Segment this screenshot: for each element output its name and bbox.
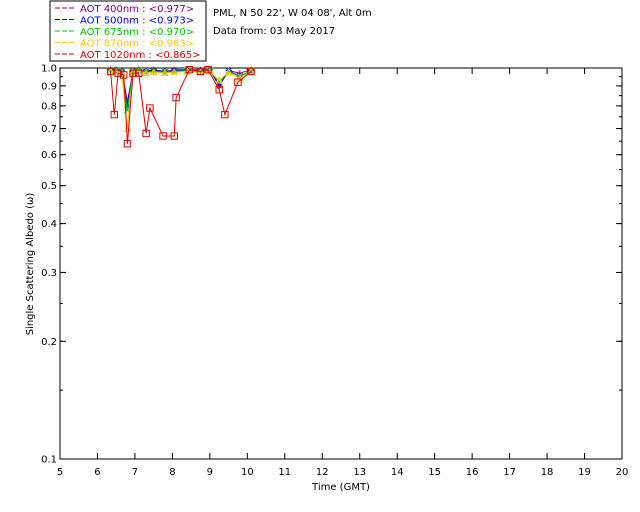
- legend-entry: AOT 1020nm : <0.865>: [80, 50, 200, 61]
- y-tick-label: 0.3: [41, 268, 57, 279]
- y-tick-label: 0.1: [41, 455, 57, 466]
- y-tick-label: 0.6: [41, 150, 57, 161]
- x-tick-label: 17: [503, 467, 516, 478]
- x-tick-label: 18: [541, 467, 554, 478]
- legend-entry: AOT 675nm : <0.970>: [80, 27, 194, 38]
- x-tick-label: 6: [94, 467, 100, 478]
- x-tick-label: 19: [578, 467, 591, 478]
- x-axis-label: Time (GMT): [311, 482, 370, 493]
- x-tick-label: 20: [616, 467, 629, 478]
- x-tick-label: 8: [169, 467, 175, 478]
- x-tick-label: 13: [353, 467, 366, 478]
- y-tick-label: 0.8: [41, 101, 57, 112]
- legend-entry: AOT 500nm : <0.973>: [80, 16, 194, 27]
- x-tick-label: 9: [207, 467, 213, 478]
- legend-entry: AOT 870nm : <0.963>: [80, 39, 194, 50]
- y-axis-label: Single Scattering Albedo (ω): [25, 193, 36, 336]
- y-tick-label: 1.0: [41, 64, 57, 75]
- chart: Time (GMT) Single Scattering Albedo (ω) …: [25, 0, 629, 493]
- x-tick-label: 14: [391, 467, 404, 478]
- x-tick-label: 16: [466, 467, 479, 478]
- x-tick-label: 12: [316, 467, 329, 478]
- x-tick-label: 7: [132, 467, 138, 478]
- y-tick-label: 0.4: [41, 219, 57, 230]
- y-tick-label: 0.5: [41, 181, 57, 192]
- y-tick-label: 0.7: [41, 124, 57, 135]
- plot-frame: [59, 67, 623, 460]
- x-tick-label: 11: [278, 467, 291, 478]
- y-tick-label: 0.9: [41, 81, 57, 92]
- legend-entry: AOT 400nm : <0.977>: [80, 4, 194, 15]
- x-tick-label: 10: [241, 467, 254, 478]
- x-tick-label: 5: [57, 467, 63, 478]
- y-tick-label: 0.2: [41, 337, 57, 348]
- x-tick-label: 15: [428, 467, 441, 478]
- series-group: [106, 66, 255, 148]
